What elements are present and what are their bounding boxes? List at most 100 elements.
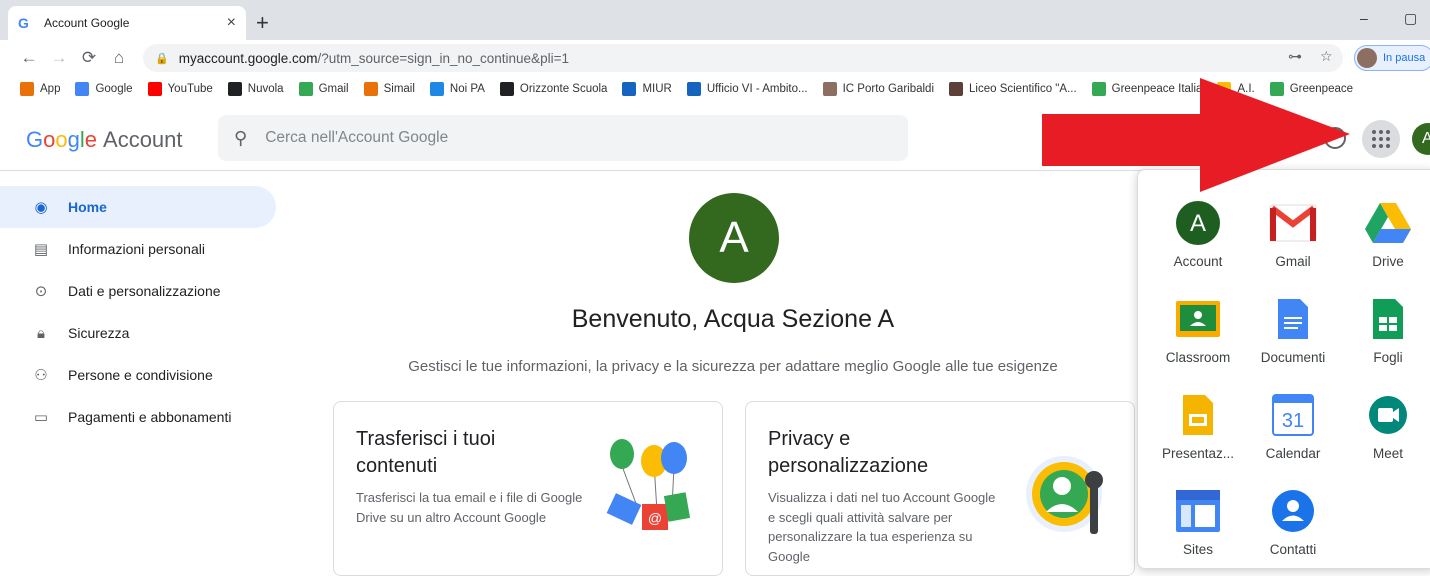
google-g-icon — [75, 82, 90, 96]
browser-tab[interactable]: G Account Google × — [8, 6, 246, 40]
sidebar-item-label: Dati e personalizzazione — [68, 283, 221, 299]
bookmark-item[interactable]: MIUR — [622, 82, 672, 96]
search-icon: ⚲ — [234, 127, 248, 148]
id-card-icon: ▤ — [33, 241, 49, 258]
app-tile[interactable]: Documenti — [1248, 294, 1338, 365]
sidebar-item[interactable]: ⚇ Persone e condivisione — [0, 354, 276, 396]
sheets-icon — [1363, 294, 1413, 344]
sidebar-item[interactable]: 🔒︎ Sicurezza — [0, 312, 276, 354]
account-avatar[interactable]: A — [1412, 123, 1430, 155]
card-body: Trasferisci la tua email e i file di Goo… — [356, 490, 583, 525]
bookmark-item[interactable]: Ufficio VI - Ambito... — [686, 82, 808, 96]
url-host: myaccount.google.com — [178, 50, 318, 66]
apps-grid-icon — [20, 82, 34, 96]
home-icon[interactable]: ⌂ — [104, 48, 134, 68]
svg-text:@: @ — [648, 510, 662, 526]
reload-icon[interactable]: ⟳ — [74, 48, 104, 68]
app-tile[interactable]: 31 Calendar — [1248, 390, 1338, 461]
credit-card-icon: ▭ — [33, 409, 49, 426]
account-circle-icon: ◉ — [34, 199, 48, 216]
forward-arrow-icon[interactable]: → — [44, 48, 74, 68]
bookmark-label: Google — [95, 83, 133, 95]
maximize-button[interactable]: ▢ — [1404, 10, 1417, 27]
welcome-subtitle: Gestisci le tue informazioni, la privacy… — [408, 358, 1058, 375]
minimize-button[interactable]: – — [1360, 10, 1368, 26]
gmail-icon — [1268, 198, 1318, 248]
google-wordmark: Google — [26, 127, 98, 152]
app-tile[interactable]: Drive — [1343, 198, 1430, 269]
bookmark-label: Gmail — [318, 83, 349, 95]
noipa-icon — [429, 82, 444, 96]
sidebar-item[interactable]: ▤ Informazioni personali — [0, 228, 276, 270]
calendar-icon: 31 — [1268, 390, 1318, 440]
meet-icon — [1363, 390, 1413, 440]
profile-avatar — [1357, 48, 1377, 68]
search-input[interactable]: Cerca nell'Account Google — [265, 129, 448, 147]
bookmark-item[interactable]: Orizzonte Scuola — [499, 82, 608, 96]
sidebar-item[interactable]: ◉ Home — [0, 186, 276, 228]
profile-button[interactable]: In pausa — [1354, 45, 1430, 71]
back-arrow-icon[interactable]: ← — [14, 48, 44, 68]
bookmark-label: Noi PA — [449, 83, 485, 95]
bookmark-label: YouTube — [167, 83, 213, 95]
tab-title: Account Google — [44, 16, 130, 30]
google-apps-button[interactable] — [1362, 120, 1400, 158]
tab-strip: G Account Google × + – ▢ — [0, 0, 1430, 40]
bookmark-item[interactable]: IC Porto Garibaldi — [822, 82, 935, 96]
app-label: Contatti — [1269, 542, 1317, 557]
sidebar-item-label: Sicurezza — [68, 325, 130, 341]
bookmark-item[interactable]: YouTube — [147, 82, 213, 96]
app-tile[interactable]: Gmail — [1248, 198, 1338, 269]
app-label: Classroom — [1165, 350, 1231, 365]
docs-icon — [1268, 294, 1318, 344]
bookmark-label: MIUR — [642, 83, 672, 95]
app-tile[interactable]: Fogli — [1343, 294, 1430, 365]
profile-avatar-large[interactable]: A — [689, 193, 779, 283]
sidebar-item[interactable]: ▭ Pagamenti e abbonamenti — [0, 396, 276, 438]
bookmark-label: IC Porto Garibaldi — [842, 83, 935, 95]
app-tile[interactable]: Sites — [1153, 486, 1243, 557]
app-tile[interactable]: Presentaz... — [1153, 390, 1243, 461]
privacy-card[interactable]: Privacy e personalizzazione Visualizza i… — [745, 401, 1135, 576]
app-label: Sites — [1182, 542, 1213, 557]
app-label: Fogli — [1373, 350, 1403, 365]
bookmark-star-icon[interactable]: ☆ — [1320, 48, 1333, 65]
svg-text:A: A — [1190, 210, 1206, 237]
sidebar-item[interactable]: ⊙ Dati e personalizzazione — [0, 270, 276, 312]
profile-status: In pausa — [1383, 52, 1426, 64]
miur-icon — [622, 82, 637, 96]
sidebar-nav: ◉ Home ▤ Informazioni personali ⊙ Dati e pers… — [0, 186, 276, 438]
balloons-illustration: @ — [606, 439, 691, 530]
app-label: Documenti — [1260, 350, 1326, 365]
bookmark-label: Nuvola — [247, 83, 284, 95]
bookmark-item[interactable]: Noi PA — [429, 82, 485, 96]
transfer-content-card[interactable]: Trasferisci i tuoi contenuti Trasferisci… — [333, 401, 723, 576]
app-label: Account — [1173, 254, 1223, 269]
app-tile[interactable]: A Account — [1153, 198, 1243, 269]
new-tab-button[interactable]: + — [256, 10, 269, 36]
bookmark-item[interactable]: Google — [75, 82, 133, 96]
key-icon[interactable]: ⊶ — [1288, 48, 1302, 65]
bookmark-item[interactable]: Gmail — [298, 82, 349, 96]
address-bar[interactable]: 🔒 myaccount.google.com/?utm_source=sign_… — [143, 44, 1343, 72]
slides-icon — [1173, 390, 1223, 440]
app-tile[interactable]: Meet — [1343, 390, 1430, 461]
bookmark-label: Simail — [383, 83, 415, 95]
sidebar-item-label: Pagamenti e abbonamenti — [68, 409, 232, 425]
simail-icon — [363, 82, 378, 96]
bookmark-item[interactable]: App — [20, 82, 60, 96]
app-tile[interactable]: Classroom — [1153, 294, 1243, 365]
bookmark-item[interactable]: Simail — [363, 82, 415, 96]
app-tile[interactable]: Contatti — [1248, 486, 1338, 557]
tab-close-icon[interactable]: × — [227, 14, 236, 32]
emblem-icon — [822, 82, 837, 96]
search-bar[interactable]: ⚲ Cerca nell'Account Google — [218, 115, 908, 161]
bookmark-item[interactable]: Nuvola — [227, 82, 284, 96]
card-body: Visualizza i dati nel tuo Account Google… — [768, 490, 996, 564]
google-account-logo[interactable]: Google Account — [26, 127, 183, 153]
app-label: Meet — [1372, 446, 1403, 461]
google-apps-panel: A Account Gmail Drive Classroom Documenti Fogl… — [1137, 169, 1430, 569]
fe-icon — [686, 82, 701, 96]
cloud-icon — [227, 82, 242, 96]
bookmark-label: Orizzonte Scuola — [519, 83, 608, 95]
